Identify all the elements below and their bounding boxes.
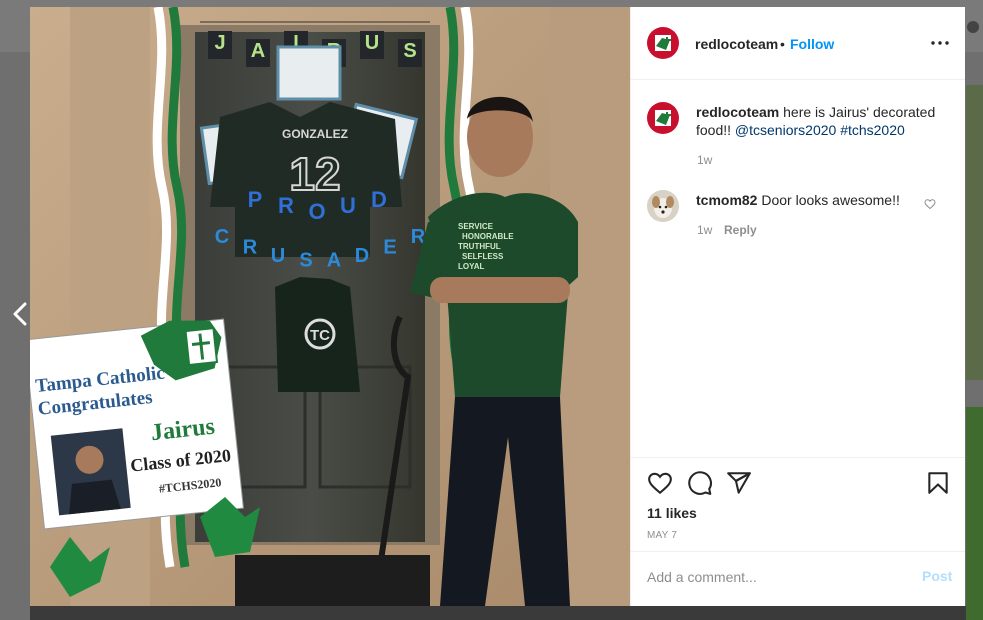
team-logo-icon	[655, 110, 671, 126]
backdrop-bottom-strip	[30, 606, 966, 620]
comment: tcmom82 Door looks awesome!!	[696, 191, 900, 209]
proud-letter: O	[308, 199, 325, 224]
likes-count[interactable]: 11 likes	[647, 505, 697, 521]
crusader-letter: E	[383, 236, 396, 258]
proud-letter: D	[371, 187, 387, 212]
post-date: MAY 7	[647, 530, 678, 541]
caption-timestamp[interactable]: 1w	[697, 153, 712, 167]
crusader-letter: S	[299, 249, 312, 271]
svg-text:TC: TC	[310, 327, 330, 344]
separator-dot: •	[780, 36, 785, 52]
photo-illustration: JAIRUS GONZALEZ 12 PROUD CRUSADER TC	[30, 7, 630, 606]
proud-letter: U	[340, 193, 356, 218]
backdrop-next-post	[966, 85, 983, 380]
bookmark-icon[interactable]	[925, 470, 951, 496]
jersey-number: 12	[289, 148, 340, 200]
post-modal: JAIRUS GONZALEZ 12 PROUD CRUSADER TC	[30, 7, 965, 606]
shirt-word: TRUTHFUL	[458, 242, 501, 251]
post-actions: 11 likes MAY 7 Post	[631, 457, 965, 607]
shirt-word: SERVICE	[458, 222, 494, 231]
comment-input[interactable]	[647, 567, 897, 587]
banner-letter: S	[403, 40, 416, 62]
post-comment-button[interactable]: Post	[922, 568, 952, 584]
banner-letter: J	[214, 32, 225, 54]
jersey-name: GONZALEZ	[282, 127, 348, 141]
crusader-letter: U	[271, 245, 285, 267]
crusader-letter: D	[355, 245, 369, 267]
post-photo: JAIRUS GONZALEZ 12 PROUD CRUSADER TC	[30, 7, 630, 606]
caption-username[interactable]: redlocoteam	[696, 104, 779, 120]
post-side-panel: redlocoteam • Follow redlocoteam here is…	[630, 7, 965, 606]
post-username[interactable]: redlocoteam	[695, 36, 778, 52]
shirt-word: LOYAL	[458, 262, 484, 271]
backdrop-next-post	[966, 407, 983, 620]
heart-icon[interactable]	[647, 470, 673, 496]
post-header: redlocoteam • Follow	[631, 7, 965, 80]
comment-timestamp[interactable]: 1w	[697, 223, 712, 237]
reply-button[interactable]: Reply	[724, 223, 757, 237]
shirt-word: SELFLESS	[462, 252, 504, 261]
crusader-letter: R	[243, 236, 258, 258]
paper-plane-icon[interactable]	[726, 470, 752, 496]
more-horizontal-icon	[931, 41, 949, 45]
more-options-button[interactable]	[929, 33, 951, 53]
caption: redlocoteam here is Jairus' decorated fo…	[696, 103, 941, 139]
close-icon[interactable]	[966, 20, 980, 34]
avatar[interactable]	[647, 27, 679, 59]
crusader-letter: A	[327, 249, 341, 271]
proud-letter: R	[278, 193, 294, 218]
comment-composer: Post	[631, 551, 965, 608]
dog-avatar-icon	[647, 190, 679, 222]
follow-button[interactable]: Follow	[790, 36, 834, 52]
comment-text: Door looks awesome!!	[761, 192, 900, 208]
banner-letter: A	[251, 40, 265, 62]
previous-post-button[interactable]	[8, 300, 32, 328]
crusader-letter: C	[215, 226, 229, 248]
comment-username[interactable]: tcmom82	[696, 192, 757, 208]
caption-avatar[interactable]	[647, 102, 679, 134]
comment-avatar[interactable]	[647, 190, 679, 222]
comment-bubble-icon[interactable]	[687, 470, 713, 496]
proud-letter: P	[248, 187, 263, 212]
team-logo-icon	[655, 35, 671, 51]
chevron-left-icon	[13, 302, 27, 326]
shirt-word: HONORABLE	[462, 232, 514, 241]
comment-heart-icon[interactable]	[924, 198, 936, 210]
caption-tags[interactable]: @tcseniors2020 #tchs2020	[735, 122, 905, 138]
banner-letter: U	[365, 32, 379, 54]
